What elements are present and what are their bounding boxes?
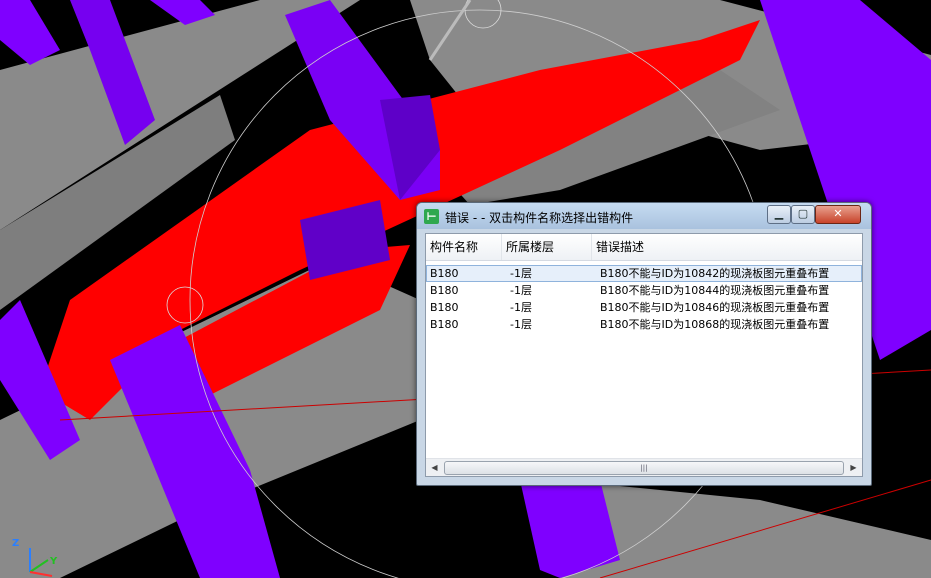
minimize-icon: ▁ — [774, 207, 784, 220]
cell-floor: -1层 — [510, 318, 532, 331]
z-axis-label: Z — [12, 538, 20, 549]
column-header-floor[interactable]: 所属楼层 — [502, 234, 592, 260]
y-axis-label: Y — [50, 556, 58, 567]
dialog-titlebar[interactable]: ⊢ 错误 - - 双击构件名称选择出错构件 ▁ ▢ ✕ — [417, 203, 871, 229]
cell-description: B180不能与ID为10842的现浇板图元重叠布置 — [600, 267, 830, 280]
close-button[interactable]: ✕ — [815, 205, 861, 224]
maximize-icon: ▢ — [797, 207, 809, 220]
cell-description: B180不能与ID为10844的现浇板图元重叠布置 — [600, 284, 830, 297]
cell-description: B180不能与ID为10846的现浇板图元重叠布置 — [600, 301, 830, 314]
table-row[interactable]: B180 -1层 B180不能与ID为10844的现浇板图元重叠布置 — [426, 282, 862, 299]
dialog-title: 错误 - - 双击构件名称选择出错构件 — [445, 211, 634, 225]
cell-floor: -1层 — [510, 284, 532, 297]
list-header: 构件名称 所属楼层 错误描述 — [426, 234, 862, 261]
maximize-button[interactable]: ▢ — [791, 205, 815, 224]
cell-name[interactable]: B180 — [426, 282, 502, 299]
table-row[interactable]: B180 -1层 B180不能与ID为10868的现浇板图元重叠布置 — [426, 316, 862, 333]
cell-floor: -1层 — [510, 301, 532, 314]
grip-icon: ||| — [640, 464, 648, 472]
cell-name[interactable]: B180 — [426, 265, 502, 282]
horizontal-scrollbar[interactable]: ◀ ||| ▶ — [426, 458, 862, 476]
column-header-description[interactable]: 错误描述 — [592, 234, 862, 260]
scroll-right-icon[interactable]: ▶ — [845, 459, 862, 476]
error-dialog[interactable]: ⊢ 错误 - - 双击构件名称选择出错构件 ▁ ▢ ✕ 构件名称 所属楼层 错误… — [416, 202, 872, 486]
table-row[interactable]: B180 -1层 B180不能与ID为10842的现浇板图元重叠布置 — [426, 265, 862, 282]
cell-name[interactable]: B180 — [426, 299, 502, 316]
column-header-name[interactable]: 构件名称 — [426, 234, 502, 260]
app-icon: ⊢ — [424, 209, 439, 224]
list-rows: B180 -1层 B180不能与ID为10842的现浇板图元重叠布置 B180 … — [426, 265, 862, 333]
scroll-left-icon[interactable]: ◀ — [426, 459, 443, 476]
cell-floor: -1层 — [510, 267, 532, 280]
cell-name[interactable]: B180 — [426, 316, 502, 333]
minimize-button[interactable]: ▁ — [767, 205, 791, 224]
cell-description: B180不能与ID为10868的现浇板图元重叠布置 — [600, 318, 830, 331]
table-row[interactable]: B180 -1层 B180不能与ID为10846的现浇板图元重叠布置 — [426, 299, 862, 316]
close-icon: ✕ — [833, 207, 843, 220]
scroll-thumb[interactable]: ||| — [444, 461, 844, 475]
error-list[interactable]: 构件名称 所属楼层 错误描述 B180 -1层 B180不能与ID为10842的… — [425, 233, 863, 477]
